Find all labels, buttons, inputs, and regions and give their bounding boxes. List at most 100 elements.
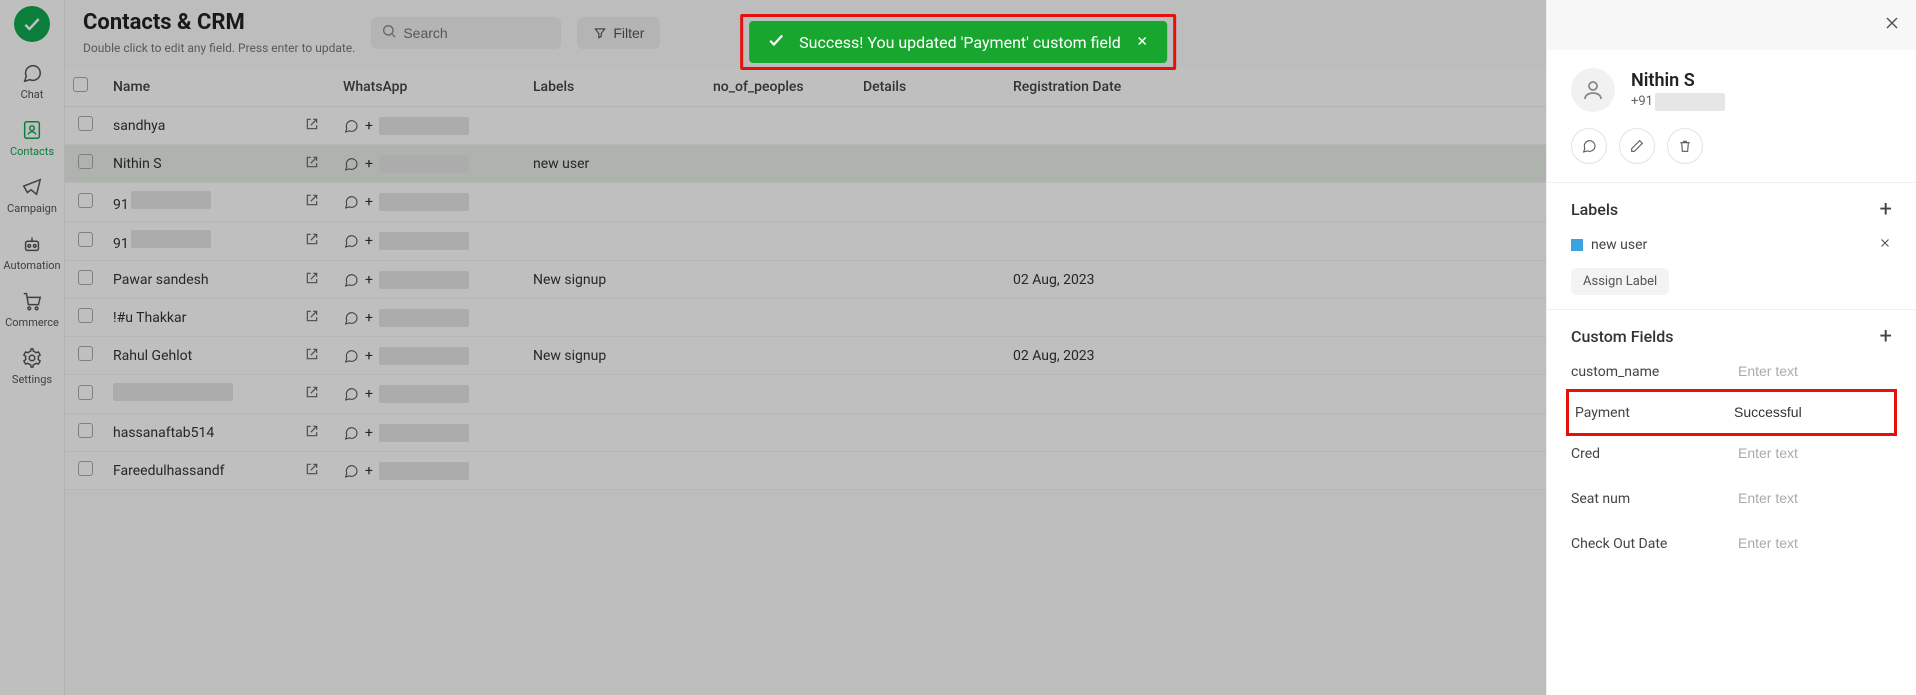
wa-redacted [379, 347, 469, 365]
row-details [855, 222, 1005, 261]
nav-commerce-label: Commerce [5, 316, 59, 329]
custom-field-row: Cred [1571, 431, 1892, 476]
labels-title: Labels [1571, 200, 1618, 219]
nav-settings-label: Settings [12, 373, 52, 386]
custom-field-input[interactable] [1732, 359, 1892, 384]
open-contact-icon[interactable] [305, 309, 319, 327]
label-color-icon [1571, 239, 1583, 251]
col-whatsapp[interactable]: WhatsApp [335, 67, 525, 107]
table-row[interactable]: + [65, 375, 1546, 414]
row-no-of-peoples [705, 222, 855, 261]
open-contact-icon[interactable] [305, 155, 319, 173]
whatsapp-icon [343, 118, 359, 134]
row-labels [525, 452, 705, 490]
row-registration-date [1005, 375, 1546, 414]
custom-field-input[interactable] [1728, 400, 1888, 425]
row-checkbox[interactable] [78, 346, 93, 361]
search-input[interactable] [371, 17, 561, 49]
nav-automation-label: Automation [3, 259, 60, 272]
col-labels[interactable]: Labels [525, 67, 705, 107]
wa-prefix: + [365, 233, 373, 249]
edit-button[interactable] [1619, 128, 1655, 164]
wa-prefix: + [365, 156, 373, 172]
page-title: Contacts & CRM [83, 10, 355, 35]
table-row[interactable]: hassanaftab514+ [65, 414, 1546, 452]
nav-chat-label: Chat [21, 88, 44, 101]
col-registration-date[interactable]: Registration Date [1005, 67, 1546, 107]
table-row[interactable]: 91+ [65, 183, 1546, 222]
row-checkbox[interactable] [78, 154, 93, 169]
table-row[interactable]: 91+ [65, 222, 1546, 261]
custom-fields-title: Custom Fields [1571, 327, 1674, 346]
wa-redacted [379, 462, 469, 480]
add-custom-field-icon[interactable]: + [1880, 324, 1892, 349]
wa-prefix: + [365, 310, 373, 326]
nav-automation[interactable]: Automation [0, 223, 64, 280]
custom-field-name: Cred [1571, 446, 1600, 462]
row-checkbox[interactable] [78, 232, 93, 247]
detail-name: Nithin S [1631, 70, 1725, 91]
table-row[interactable]: !#u Thakkar+ [65, 299, 1546, 337]
custom-field-input[interactable] [1732, 486, 1892, 511]
nav-campaign[interactable]: Campaign [0, 166, 64, 223]
row-name: Nithin S [113, 156, 162, 172]
open-contact-icon[interactable] [305, 424, 319, 442]
nav-commerce[interactable]: Commerce [0, 280, 64, 337]
toast-check-icon [767, 31, 785, 53]
add-label-icon[interactable]: + [1880, 197, 1892, 222]
col-details[interactable]: Details [855, 67, 1005, 107]
open-contact-icon[interactable] [305, 232, 319, 250]
row-no-of-peoples [705, 337, 855, 375]
table-row[interactable]: Fareedulhassandf+ [65, 452, 1546, 490]
row-checkbox[interactable] [78, 385, 93, 400]
table-row[interactable]: Rahul Gehlot+New signup02 Aug, 2023 [65, 337, 1546, 375]
col-no-of-peoples[interactable]: no_of_peoples [705, 67, 855, 107]
row-checkbox[interactable] [78, 116, 93, 131]
row-checkbox[interactable] [78, 423, 93, 438]
nav-contacts[interactable]: Contacts [0, 109, 64, 166]
row-registration-date [1005, 222, 1546, 261]
whatsapp-button[interactable] [1571, 128, 1607, 164]
open-contact-icon[interactable] [305, 117, 319, 135]
assign-label-button[interactable]: Assign Label [1571, 268, 1669, 295]
row-checkbox[interactable] [78, 308, 93, 323]
filter-button[interactable]: Filter [577, 17, 660, 49]
nav-settings[interactable]: Settings [0, 337, 64, 394]
open-contact-icon[interactable] [305, 462, 319, 480]
open-contact-icon[interactable] [305, 193, 319, 211]
custom-field-input[interactable] [1732, 531, 1892, 556]
label-chip-text: new user [1591, 237, 1647, 253]
row-no-of-peoples [705, 145, 855, 183]
nav-chat[interactable]: Chat [0, 52, 64, 109]
wa-redacted [379, 193, 469, 211]
open-contact-icon[interactable] [305, 271, 319, 289]
table-row[interactable]: sandhya+ [65, 107, 1546, 145]
delete-button[interactable] [1667, 128, 1703, 164]
close-panel-icon[interactable] [1882, 13, 1902, 37]
remove-label-icon[interactable] [1878, 236, 1892, 254]
custom-field-row: Check Out Date [1571, 521, 1892, 566]
select-all-checkbox[interactable] [73, 77, 88, 92]
row-labels: New signup [525, 337, 705, 375]
phone-redacted [1655, 93, 1725, 111]
page-subtitle: Double click to edit any field. Press en… [83, 41, 355, 55]
contact-detail-panel: Nithin S +91 Labels + new us [1546, 0, 1916, 695]
toast-close-icon[interactable] [1135, 33, 1149, 52]
row-no-of-peoples [705, 299, 855, 337]
wa-redacted [379, 117, 469, 135]
open-contact-icon[interactable] [305, 347, 319, 365]
contacts-table: Name WhatsApp Labels no_of_peoples Detai… [65, 67, 1546, 490]
row-checkbox[interactable] [78, 193, 93, 208]
custom-field-row: custom_name [1571, 349, 1892, 394]
open-contact-icon[interactable] [305, 385, 319, 403]
row-checkbox[interactable] [78, 270, 93, 285]
wa-redacted [379, 155, 469, 173]
row-checkbox[interactable] [78, 461, 93, 476]
col-name[interactable]: Name [105, 67, 335, 107]
row-registration-date: 02 Aug, 2023 [1005, 337, 1546, 375]
main-area: Contacts & CRM Double click to edit any … [65, 0, 1546, 695]
table-row[interactable]: Nithin S+new user [65, 145, 1546, 183]
custom-field-input[interactable] [1732, 441, 1892, 466]
whatsapp-icon [343, 425, 359, 441]
table-row[interactable]: Pawar sandesh+New signup02 Aug, 2023 [65, 261, 1546, 299]
